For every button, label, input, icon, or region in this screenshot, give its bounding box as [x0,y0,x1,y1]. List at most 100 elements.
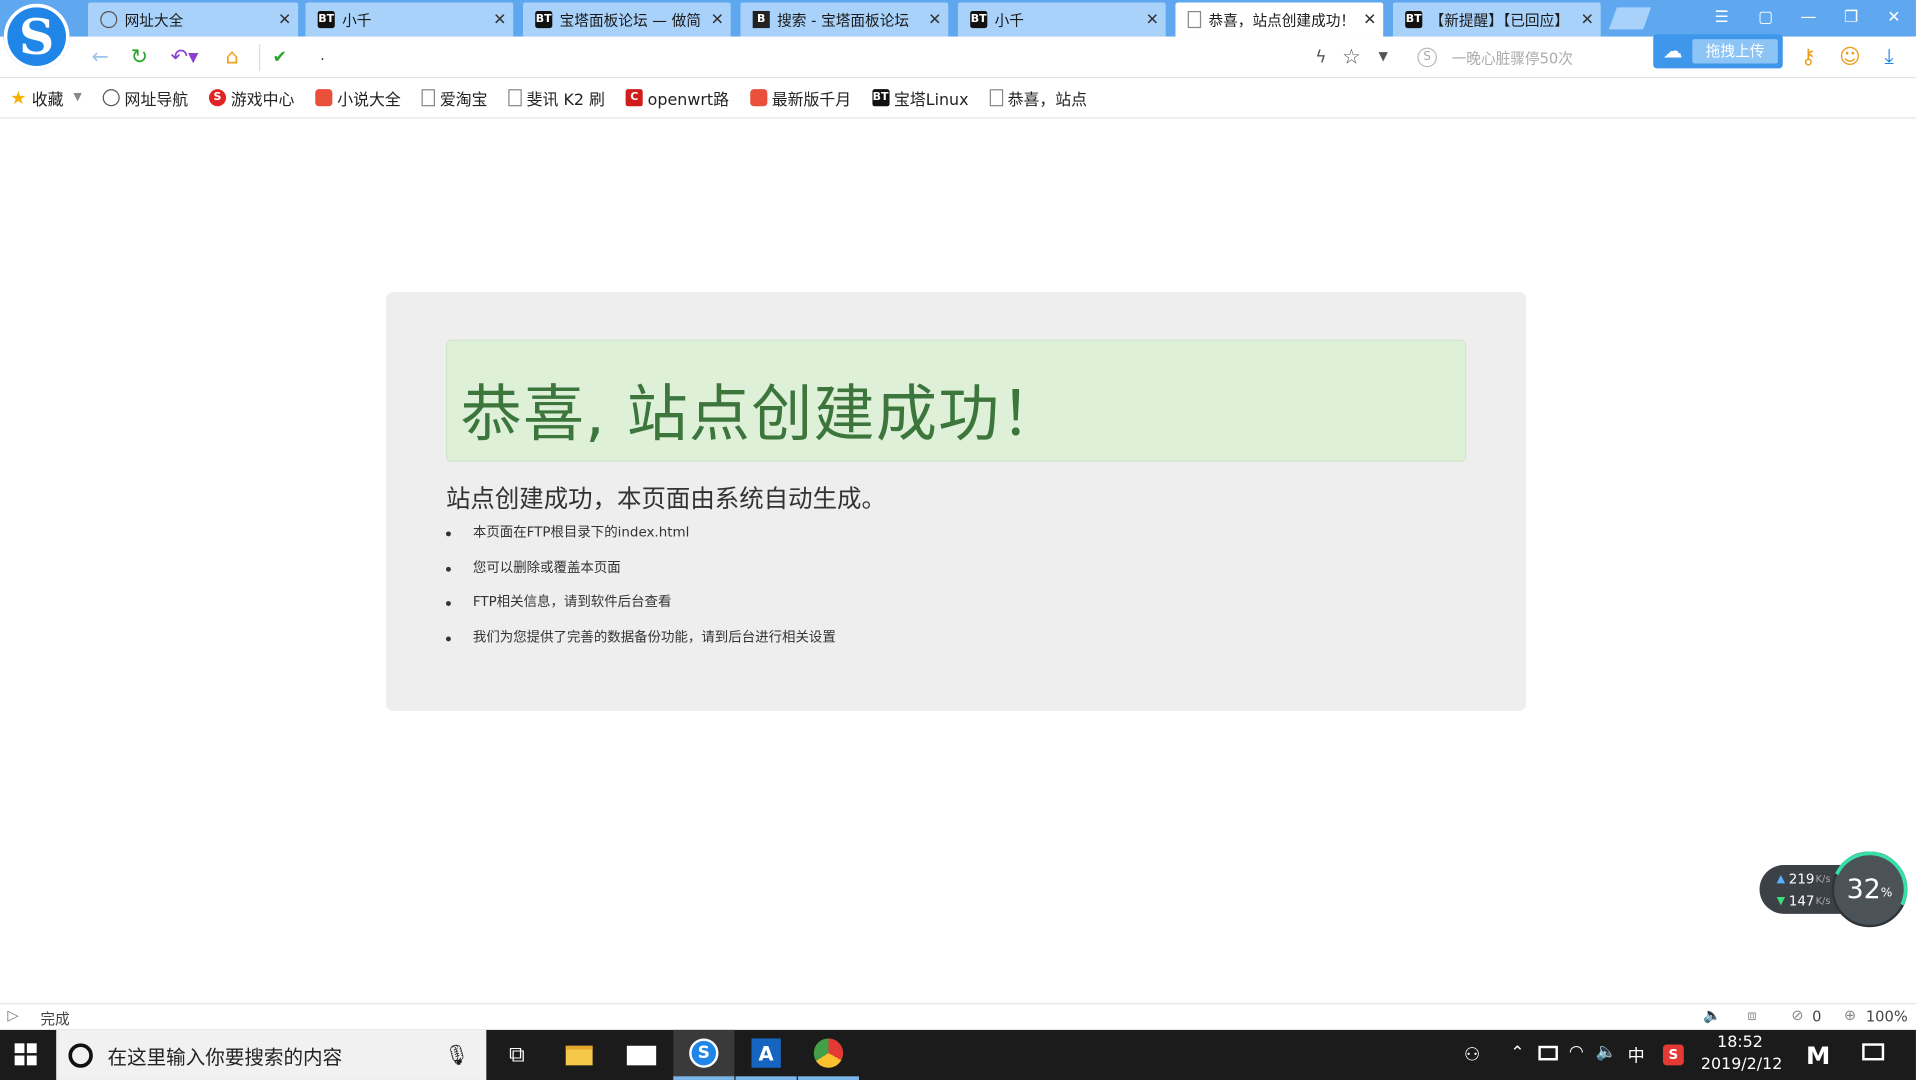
list-item: 我们为您提供了完善的数据备份功能，请到后台进行相关设置 [445,628,836,663]
tray-expand-icon[interactable]: ⌃ [1510,1043,1524,1063]
close-icon[interactable]: ✕ [271,10,298,28]
c-icon: C [625,89,643,107]
list-item: 本页面在FTP根目录下的index.html [445,523,836,558]
lightning-icon[interactable]: ϟ [1310,44,1332,71]
tab-0[interactable]: 网址大全 ✕ [87,2,299,37]
download-speed: 147 [1788,893,1815,909]
bookmark-item[interactable]: 最新版千月 [749,86,851,109]
bt-icon: BT [871,89,890,107]
game-icon: S [208,89,226,107]
tab-title: 小千 [994,11,1024,29]
speed-unit: K/s [1815,895,1831,907]
microphone-icon[interactable]: 🎙 [444,1043,469,1066]
sound-icon[interactable]: 🔈 [1703,1007,1721,1024]
bookmark-label: 爱淘宝 [439,91,488,110]
tab-4[interactable]: BT 小千 ✕ [957,2,1166,37]
ime-indicator[interactable]: 中 [1628,1043,1645,1067]
sogou-browser-taskbar-icon[interactable]: S [673,1029,735,1080]
bookmark-item[interactable]: 斐讯 K2 刷 [508,86,605,109]
status-text: 完成 [40,1010,70,1028]
gauge-arc [1820,840,1916,938]
windows-start-icon[interactable] [14,1043,37,1066]
success-banner: 恭喜, 站点创建成功！ [445,339,1467,462]
people-icon[interactable]: ⚇ [1464,1043,1480,1065]
bookmark-item[interactable]: BT 宝塔Linux [871,86,969,109]
clock-time[interactable]: 18:52 [1706,1034,1774,1052]
wifi-icon[interactable]: ◠ [1569,1042,1584,1062]
mail-icon[interactable] [611,1030,672,1080]
bookmark-item[interactable]: Copenwrt路 [625,86,729,109]
screenshot-icon[interactable]: ⧈ [1747,1007,1756,1025]
document-icon [508,89,522,107]
minimize-icon[interactable]: — [1795,5,1822,32]
battery-icon[interactable] [1538,1045,1558,1061]
task-view-icon[interactable]: ⧉ [486,1030,547,1080]
bookmark-favorites[interactable]: ★ 收藏 ▼ [10,86,82,110]
bookmark-item[interactable]: 爱淘宝 [421,86,488,110]
bookmark-item[interactable]: S 游戏中心 [208,86,295,110]
tab-6[interactable]: BT 【新提醒】【已回应】 ✕ [1392,2,1601,37]
close-icon[interactable]: ✕ [486,10,513,28]
download-icon[interactable]: ⤓ [1877,44,1901,71]
document-icon [421,89,435,107]
adblock-icon[interactable]: ⊘ [1791,1007,1803,1024]
divider [259,43,261,71]
app-icon [749,89,767,107]
bookmark-label: 网址导航 [124,91,189,110]
secure-shield-icon[interactable]: ✔ [269,44,291,71]
dropdown-arrow-icon[interactable]: ▼ [1373,44,1393,71]
cortana-icon [68,1042,93,1068]
tab-1[interactable]: BT 小千 ✕ [305,2,514,37]
close-icon[interactable]: ✕ [1356,10,1383,28]
file-explorer-icon[interactable] [549,1030,610,1080]
close-icon[interactable]: ✕ [921,10,948,28]
taskbar-search-box[interactable]: 在这里输入你要搜索的内容 🎙 [56,1029,487,1080]
more-icon[interactable]: ☺ [1838,44,1862,71]
bookmark-item[interactable]: 小说大全 [315,86,401,109]
novel-icon [315,89,333,107]
close-window-icon[interactable]: ✕ [1881,5,1908,32]
tab-title: 【新提醒】【已回应】 [1429,11,1569,29]
sogou-ime-icon[interactable]: S [1663,1044,1684,1066]
page-title: 恭喜, 站点创建成功！ [460,378,1063,450]
tab-title: 小千 [342,11,372,29]
zoom-icon[interactable]: ⊕ [1844,1007,1856,1024]
close-icon[interactable]: ✕ [1574,10,1601,28]
bookmark-label: 恭喜，站点 [1007,91,1088,110]
volume-icon[interactable]: 🔈 [1596,1042,1617,1062]
back-icon[interactable]: ← [88,44,112,71]
bookmark-item[interactable]: 恭喜，站点 [989,86,1087,109]
search-input[interactable]: S 一晚心脏骤停50次 [1417,45,1649,69]
zoom-level[interactable]: 100% [1866,1008,1908,1025]
clock-date[interactable]: 2019/2/12 [1701,1056,1782,1074]
undo-icon[interactable]: ↶▾ [166,44,203,71]
status-bar: ▷ 完成 🔈 ⧈ ⊘ 0 ⊕ 100% [0,1003,1916,1030]
refresh-icon[interactable]: ↻ [127,44,151,71]
bookmark-item[interactable]: 网址导航 [102,86,189,110]
chrome-icon[interactable] [797,1030,859,1080]
address-input[interactable]: . [320,46,325,63]
bt-icon: BT [317,10,335,29]
close-icon[interactable]: ✕ [1139,10,1166,28]
drag-upload-button[interactable]: ☁ 拖拽上传 [1653,34,1783,69]
bookmark-label: 游戏中心 [230,91,295,110]
tab-3[interactable]: B 搜索 - 宝塔面板论坛 ✕ [740,2,949,37]
xshell-icon[interactable]: A [735,1030,797,1080]
notification-icon[interactable] [1862,1043,1885,1061]
home-icon[interactable]: ⌂ [220,44,244,71]
skin-icon[interactable]: ▢ [1752,5,1779,32]
memory-gauge[interactable]: 32% [1820,840,1916,938]
sidebar-toggle-icon[interactable]: ▷ [7,1007,18,1024]
sogou-search-icon: S [1417,47,1437,68]
info-list: 本页面在FTP根目录下的index.html 您可以删除或覆盖本页面 FTP相关… [445,523,836,663]
close-icon[interactable]: ✕ [704,10,731,28]
sogou-browser-logo[interactable]: S [3,3,70,70]
menu-icon[interactable]: ☰ [1708,5,1735,32]
taskbar-search-placeholder: 在这里输入你要搜索的内容 [107,1045,343,1069]
app-tray-m-icon[interactable]: M [1806,1041,1830,1070]
key-icon[interactable]: ⚷ [1796,44,1820,71]
tab-5-active[interactable]: 恭喜，站点创建成功！ ✕ [1175,2,1384,37]
tab-2[interactable]: BT 宝塔面板论坛 — 做简 ✕ [522,2,731,37]
restore-icon[interactable]: ❐ [1838,5,1865,32]
favorite-star-icon[interactable]: ☆ [1339,44,1363,71]
